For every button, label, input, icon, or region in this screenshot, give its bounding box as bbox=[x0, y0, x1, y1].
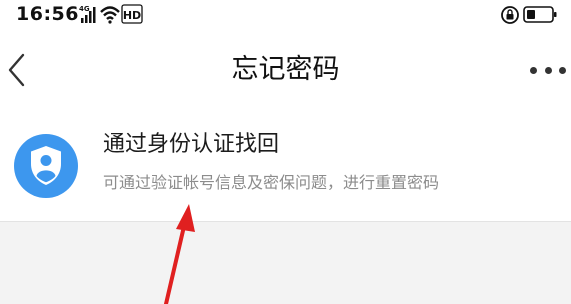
status-time: 16:56 bbox=[16, 3, 79, 25]
status-icons-right bbox=[501, 6, 557, 24]
cellular-signal-icon: 4G bbox=[79, 5, 96, 23]
option-title: 通过身份认证找回 bbox=[103, 132, 280, 157]
more-dot-icon bbox=[544, 66, 552, 74]
status-icons-left: 4G HD bbox=[79, 4, 143, 24]
network-type-label: 4G bbox=[79, 5, 90, 13]
hd-label: HD bbox=[123, 9, 141, 22]
status-bar: 16:56 4G HD bbox=[0, 0, 571, 30]
more-dot-icon bbox=[559, 66, 566, 74]
identity-verification-option[interactable]: 通过身份认证找回 可通过验证帐号信息及密保问题，进行重置密码 bbox=[0, 112, 571, 222]
shield-user-icon bbox=[14, 134, 78, 198]
rotation-lock-icon bbox=[501, 6, 519, 24]
more-options-button[interactable] bbox=[530, 60, 566, 80]
option-subtitle: 可通过验证帐号信息及密保问题，进行重置密码 bbox=[103, 173, 440, 192]
battery-icon bbox=[523, 6, 557, 23]
page-title: 忘记密码 bbox=[231, 54, 340, 85]
hd-icon: HD bbox=[121, 4, 143, 24]
more-dot-icon bbox=[530, 66, 537, 74]
wifi-icon bbox=[100, 6, 120, 24]
navigation-bar: 忘记密码 bbox=[0, 30, 571, 112]
